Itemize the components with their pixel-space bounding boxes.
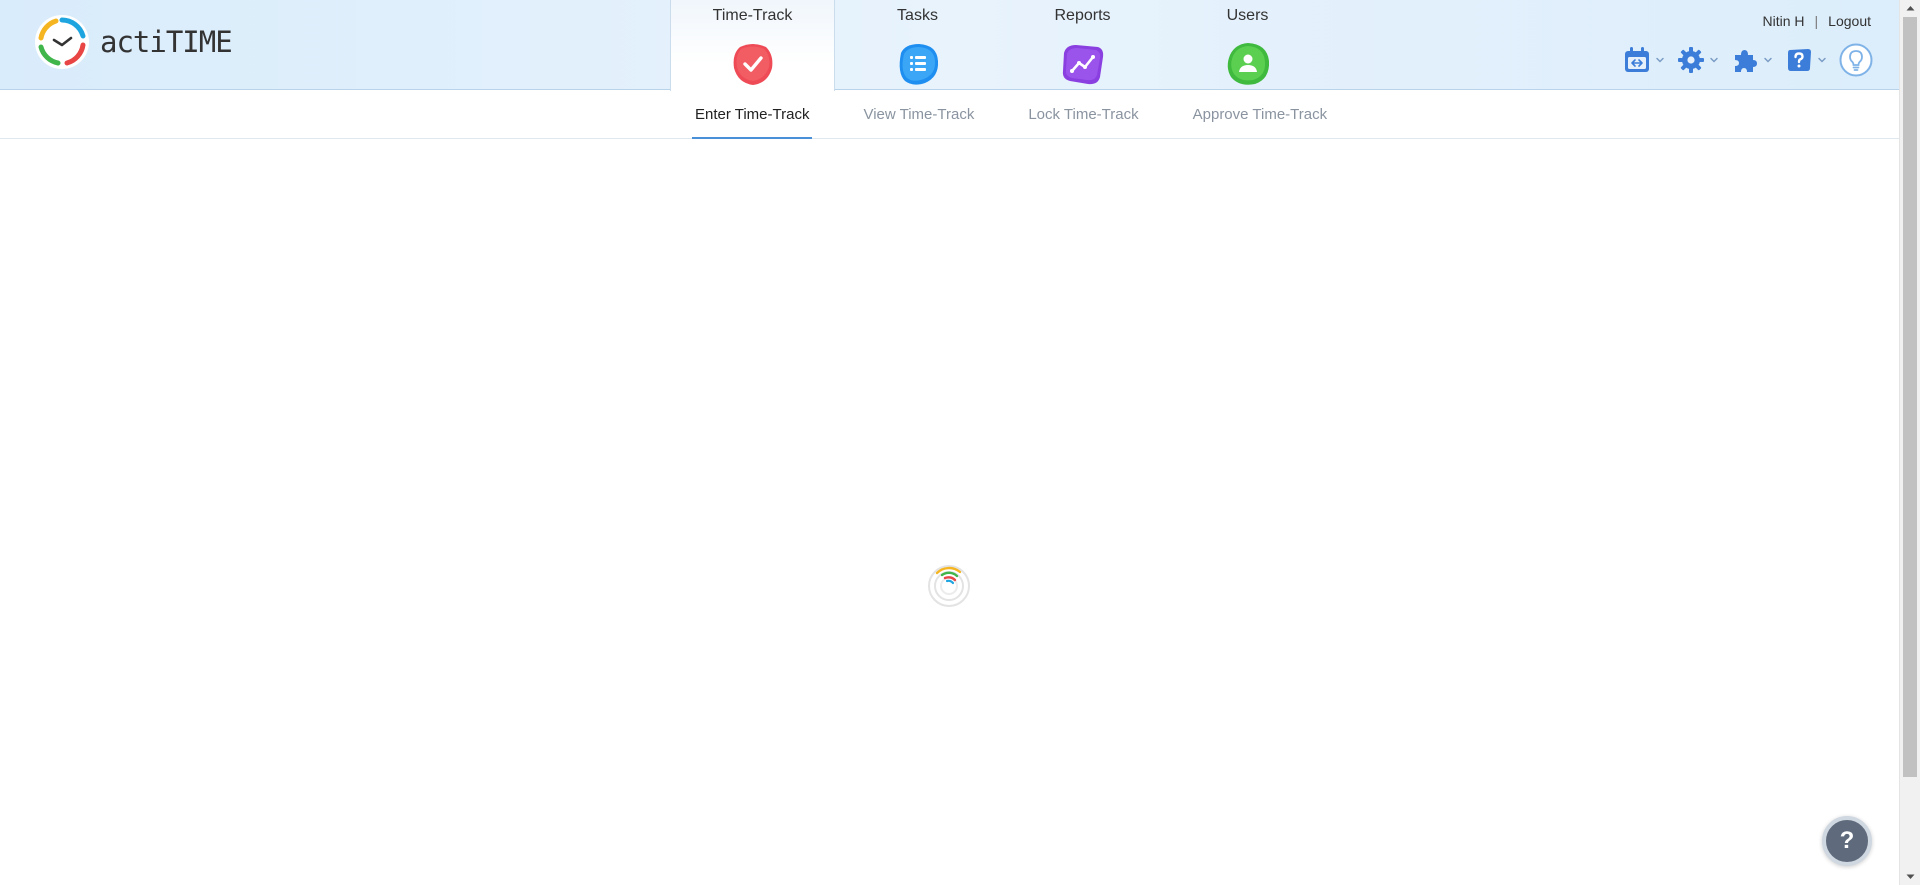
- module-tab-time-track[interactable]: Time-Track: [670, 0, 835, 91]
- user-name[interactable]: Nitin H: [1763, 13, 1805, 29]
- help-button-label: ?: [1839, 827, 1855, 854]
- loading-spinner-icon: [928, 565, 970, 607]
- logout-link[interactable]: Logout: [1828, 13, 1871, 29]
- help-icon: [1788, 49, 1811, 71]
- scroll-thumb[interactable]: [1903, 17, 1917, 777]
- app-name: actiTIME: [100, 25, 233, 59]
- user-links: Nitin H | Logout: [1763, 13, 1871, 29]
- module-label: Time-Track: [712, 7, 793, 24]
- clock-logo-icon: [35, 15, 89, 69]
- module-tab-tasks[interactable]: Tasks: [835, 0, 1000, 90]
- calendar-menu-button[interactable]: [1623, 46, 1665, 74]
- settings-menu-button[interactable]: [1677, 46, 1719, 74]
- module-nav: Time-Track Tasks Reports Users: [670, 0, 1330, 91]
- sub-tabs: Enter Time-Track View Time-Track Lock Ti…: [692, 91, 1378, 139]
- user-icon: [1227, 43, 1269, 85]
- check-icon: [733, 44, 772, 85]
- ideas-button[interactable]: [1839, 43, 1873, 77]
- sub-tab-approve-time-track[interactable]: Approve Time-Track: [1190, 91, 1330, 139]
- app-logo[interactable]: actiTIME: [34, 14, 233, 70]
- addons-menu-button[interactable]: [1731, 46, 1773, 74]
- puzzle-icon: [1735, 50, 1757, 72]
- gear-icon: [1678, 47, 1704, 73]
- page: actiTIME Time-Track Tasks Reports Users …: [0, 0, 1899, 885]
- lightbulb-icon: [1839, 43, 1873, 77]
- top-bar: actiTIME Time-Track Tasks Reports Users …: [0, 0, 1899, 91]
- scroll-up-arrow[interactable]: [1900, 0, 1920, 16]
- chart-icon: [1062, 45, 1103, 85]
- scroll-down-arrow[interactable]: [1900, 869, 1920, 885]
- vertical-scrollbar[interactable]: [1899, 0, 1920, 885]
- module-label: Users: [1226, 7, 1269, 24]
- sub-tab-enter-time-track[interactable]: Enter Time-Track: [692, 91, 813, 139]
- arrow-down-icon: [1906, 874, 1914, 879]
- chevron-down-icon: [1818, 57, 1826, 63]
- chevron-down-icon: [1710, 57, 1718, 63]
- sub-tab-view-time-track[interactable]: View Time-Track: [860, 91, 977, 139]
- calendar-icon: [1625, 47, 1649, 72]
- floating-help-button[interactable]: ?: [1822, 816, 1872, 866]
- toolbar: [1623, 43, 1873, 77]
- chevron-down-icon: [1656, 57, 1664, 63]
- module-label: Tasks: [897, 7, 938, 24]
- separator: |: [1814, 13, 1819, 29]
- module-tab-reports[interactable]: Reports: [1000, 0, 1165, 90]
- list-icon: [899, 44, 938, 85]
- module-label: Reports: [1054, 7, 1111, 24]
- help-menu-button[interactable]: [1785, 46, 1827, 74]
- arrow-up-icon: [1906, 6, 1914, 11]
- chevron-down-icon: [1764, 57, 1772, 63]
- sub-tab-lock-time-track[interactable]: Lock Time-Track: [1025, 91, 1141, 139]
- sub-nav: Enter Time-Track View Time-Track Lock Ti…: [0, 91, 1899, 139]
- module-tab-users[interactable]: Users: [1165, 0, 1330, 90]
